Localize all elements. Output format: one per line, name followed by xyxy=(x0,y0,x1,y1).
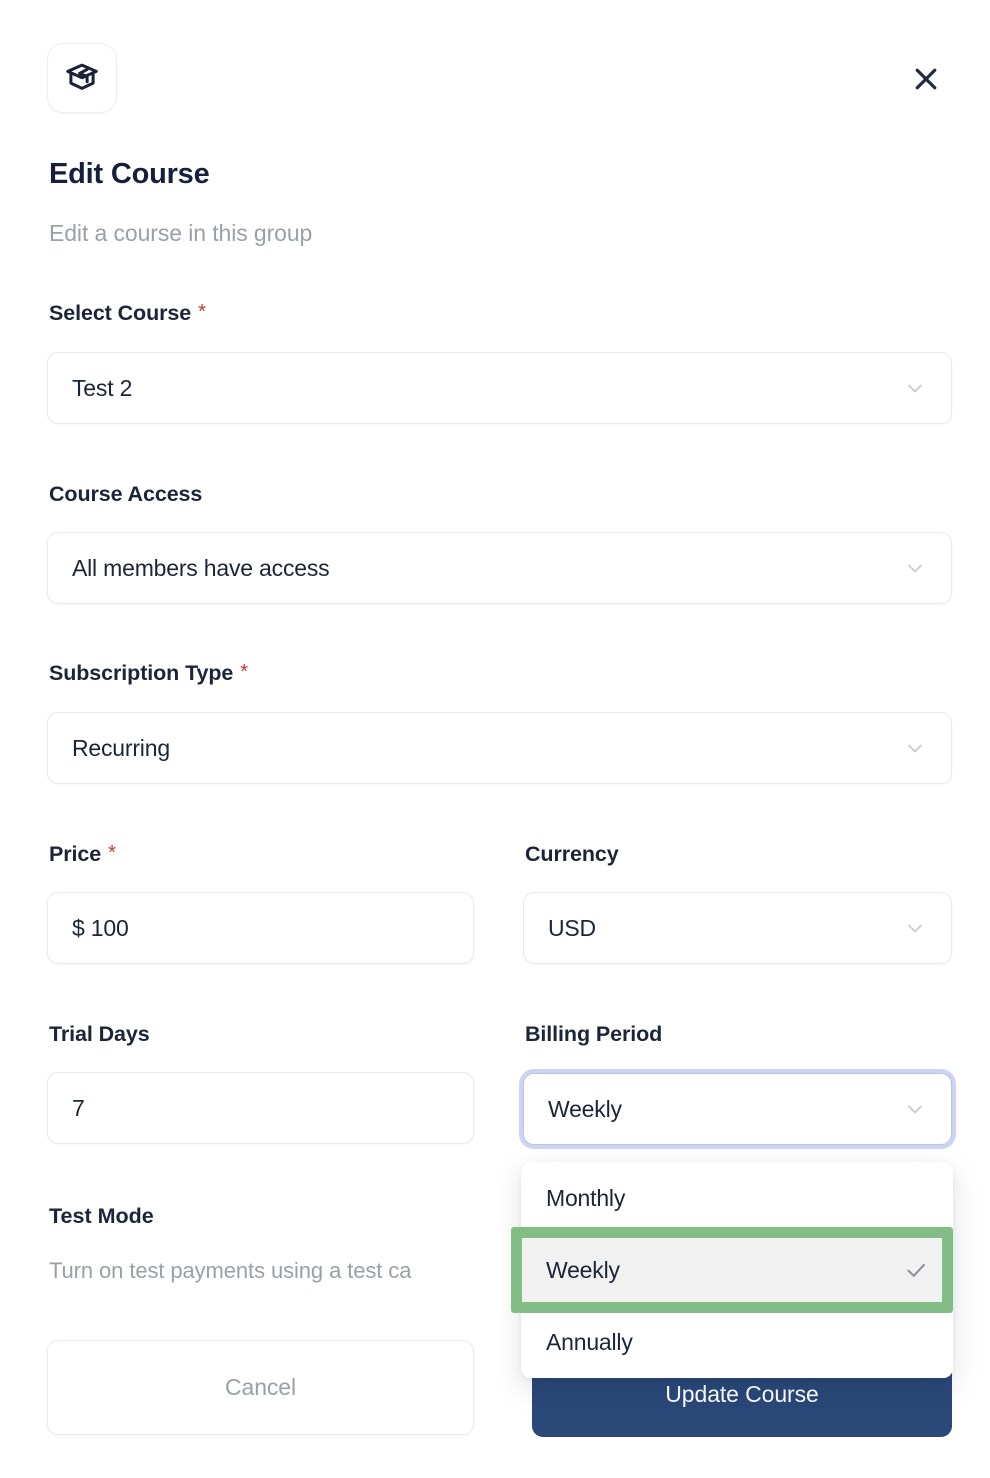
modal-content: Edit Course Edit a course in this group … xyxy=(0,0,990,1478)
chevron-down-icon xyxy=(903,556,927,580)
close-icon xyxy=(915,68,937,90)
chevron-down-icon xyxy=(903,376,927,400)
billing-period-label-text: Billing Period xyxy=(525,1022,663,1046)
currency-value: USD xyxy=(548,914,596,941)
billing-period-option-monthly[interactable]: Monthly xyxy=(521,1162,953,1234)
trial-days-label: Trial Days xyxy=(49,1022,150,1047)
course-access-label: Course Access xyxy=(49,482,202,507)
currency-label-text: Currency xyxy=(525,842,619,866)
chevron-down-icon xyxy=(903,736,927,760)
subscription-type-dropdown[interactable]: Recurring xyxy=(47,712,952,784)
test-mode-title: Test Mode xyxy=(49,1204,154,1228)
course-access-label-text: Course Access xyxy=(49,482,203,506)
billing-period-option-weekly[interactable]: Weekly xyxy=(521,1234,953,1306)
subscription-type-label: Subscription Type * xyxy=(49,661,248,686)
chevron-down-icon xyxy=(903,1097,927,1121)
cancel-button[interactable]: Cancel xyxy=(47,1340,474,1435)
option-label: Weekly xyxy=(546,1256,620,1283)
price-value: $ 100 xyxy=(72,914,129,941)
currency-label: Currency xyxy=(525,842,619,867)
trial-days-value: 7 xyxy=(72,1094,85,1121)
select-course-dropdown[interactable]: Test 2 xyxy=(47,352,952,424)
trial-days-label-text: Trial Days xyxy=(49,1022,150,1046)
price-required-marker: * xyxy=(108,842,116,864)
billing-period-option-annually[interactable]: Annually xyxy=(521,1306,953,1378)
subscription-type-required-marker: * xyxy=(240,661,248,683)
subscription-type-label-text: Subscription Type xyxy=(49,661,234,685)
course-access-value: All members have access xyxy=(72,554,330,581)
chevron-down-icon xyxy=(903,916,927,940)
select-course-label: Select Course * xyxy=(49,301,206,326)
billing-period-dropdown[interactable]: Weekly xyxy=(523,1073,952,1145)
price-input[interactable]: $ 100 xyxy=(47,892,474,964)
select-course-label-text: Select Course xyxy=(49,301,192,325)
price-label-text: Price xyxy=(49,842,102,866)
graduation-cap-icon xyxy=(66,63,98,90)
edit-course-modal-screen: Edit Course Edit a course in this group … xyxy=(0,0,990,1478)
page-title: Edit Course xyxy=(49,158,210,190)
billing-period-label: Billing Period xyxy=(525,1022,662,1047)
course-access-dropdown[interactable]: All members have access xyxy=(47,532,952,604)
price-label: Price * xyxy=(49,842,116,867)
trial-days-input[interactable]: 7 xyxy=(47,1072,474,1144)
currency-dropdown[interactable]: USD xyxy=(523,892,952,964)
check-icon xyxy=(903,1257,929,1283)
option-label: Monthly xyxy=(546,1184,626,1211)
billing-period-option-menu: Monthly Weekly Annually xyxy=(521,1162,953,1378)
select-course-value: Test 2 xyxy=(72,374,133,401)
select-course-required-marker: * xyxy=(198,301,206,323)
test-mode-description: Turn on test payments using a test ca xyxy=(49,1258,412,1283)
subscription-type-value: Recurring xyxy=(72,734,170,761)
graduation-cap-icon-badge xyxy=(47,43,117,113)
option-label: Annually xyxy=(546,1328,633,1355)
billing-period-value: Weekly xyxy=(548,1095,622,1122)
page-subtitle: Edit a course in this group xyxy=(49,220,313,246)
close-button[interactable] xyxy=(904,57,948,101)
